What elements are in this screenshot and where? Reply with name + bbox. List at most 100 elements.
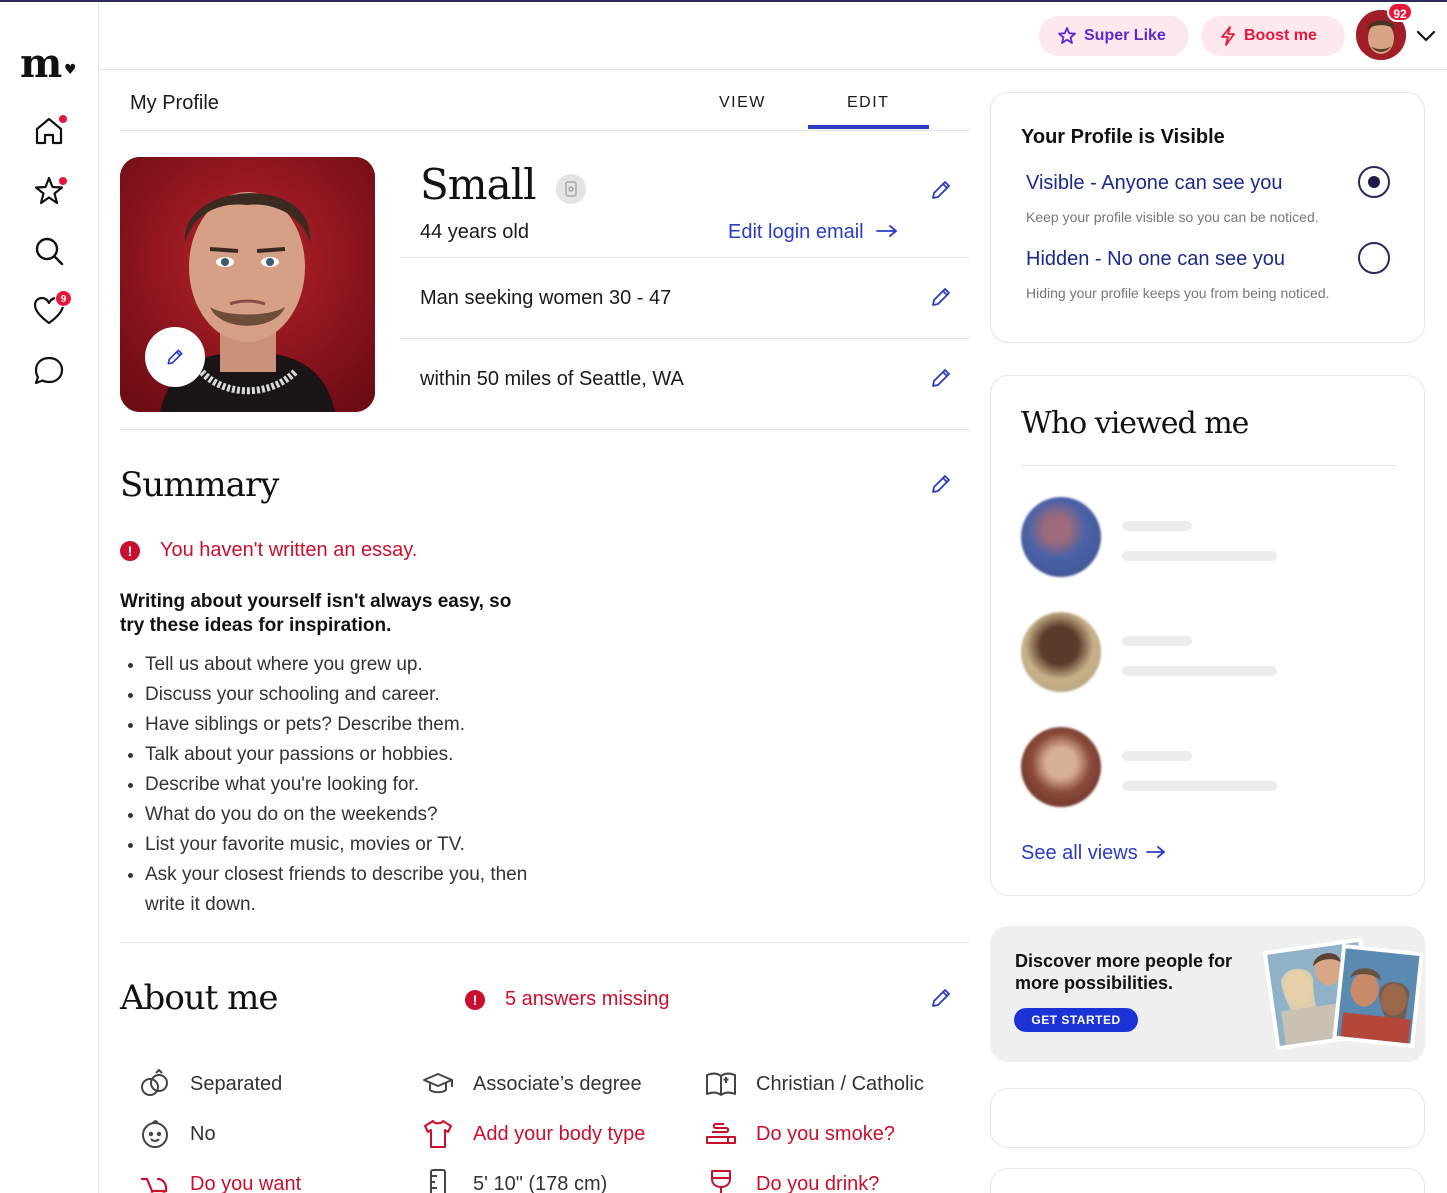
edit-login-email-link[interactable]: Edit login email xyxy=(728,221,899,244)
about-religion[interactable]: Christian / Catholic xyxy=(704,1067,924,1101)
edit-photo-button[interactable] xyxy=(145,327,205,387)
edit-seeking-button[interactable] xyxy=(929,285,953,309)
notification-count-badge: 92 xyxy=(1387,2,1413,22)
edit-summary-button[interactable] xyxy=(929,472,953,496)
about-heading: About me xyxy=(120,978,279,1018)
nav-search-button[interactable] xyxy=(32,234,66,268)
account-menu-chevron[interactable] xyxy=(1415,26,1437,46)
nav-likes-button[interactable]: 9 xyxy=(32,290,72,328)
ruler-icon xyxy=(430,1169,446,1193)
active-tab-indicator xyxy=(808,125,929,129)
arrow-right-icon xyxy=(876,225,898,237)
seeking-text: Man seeking women 30 - 47 xyxy=(420,287,672,309)
answers-missing-text: 5 answers missing xyxy=(505,988,670,1010)
viewer-avatar[interactable] xyxy=(1021,612,1101,692)
home-notification-dot xyxy=(58,114,68,124)
nav-home-button[interactable] xyxy=(32,114,68,148)
hidden-option-label[interactable]: Hidden - No one can see you xyxy=(1026,248,1285,271)
alert-icon: ! xyxy=(120,540,140,561)
inspiration-tips: Tell us about where you grew up. Discuss… xyxy=(120,650,550,920)
about-item-text: Do you smoke? xyxy=(756,1122,895,1145)
verification-icon[interactable] xyxy=(556,174,586,204)
viewer-avatar[interactable] xyxy=(1021,727,1101,807)
profile-photo[interactable] xyxy=(120,157,375,412)
visibility-card: Your Profile is Visible Visible - Anyone… xyxy=(990,92,1425,343)
baby-face-icon xyxy=(142,1120,168,1148)
about-body-type[interactable]: Add your body type xyxy=(421,1117,645,1151)
tab-view[interactable]: VIEW xyxy=(719,94,766,112)
wine-glass-icon xyxy=(711,1170,731,1193)
empty-card xyxy=(990,1168,1425,1193)
phone-verify-icon xyxy=(565,181,577,197)
viewer-avatar[interactable] xyxy=(1021,497,1101,577)
nav-favorites-button[interactable] xyxy=(32,174,68,208)
edit-name-button[interactable] xyxy=(929,178,953,202)
nav-messages-button[interactable] xyxy=(32,354,66,388)
visible-option-description: Keep your profile visible so you can be … xyxy=(1026,209,1319,225)
boost-me-button[interactable]: Boost me xyxy=(1201,16,1345,56)
inspiration-title: Writing about yourself isn't always easy… xyxy=(120,591,512,636)
viewer-name-placeholder xyxy=(1122,521,1192,531)
visible-radio[interactable] xyxy=(1358,166,1390,198)
pencil-icon xyxy=(932,475,950,493)
promo-text: Discover more people for more possibilit… xyxy=(1015,951,1233,993)
get-started-button[interactable]: GET STARTED xyxy=(1014,1008,1138,1032)
graduation-cap-icon xyxy=(423,1073,453,1094)
divider xyxy=(120,429,970,430)
pencil-icon xyxy=(932,288,950,306)
super-like-label: Super Like xyxy=(1084,27,1166,44)
empty-card xyxy=(990,1088,1425,1148)
hidden-radio[interactable] xyxy=(1358,242,1390,274)
edit-location-button[interactable] xyxy=(929,366,953,390)
who-viewed-card: Who viewed me See all views xyxy=(990,375,1425,896)
about-drinking[interactable]: Do you drink? xyxy=(704,1167,879,1193)
about-kids[interactable]: No xyxy=(138,1117,216,1151)
promo-photo xyxy=(1262,937,1424,1051)
book-icon xyxy=(706,1072,736,1096)
boost-me-label: Boost me xyxy=(1244,27,1317,44)
divider xyxy=(120,942,970,943)
rings-icon xyxy=(141,1068,168,1096)
about-smoking[interactable]: Do you smoke? xyxy=(704,1117,895,1151)
summary-heading: Summary xyxy=(120,465,279,505)
cigarette-icon xyxy=(706,1123,736,1144)
list-item: Discuss your schooling and career. xyxy=(120,680,550,710)
viewer-name-placeholder xyxy=(1122,636,1192,646)
see-all-views-link[interactable]: See all views xyxy=(1021,842,1167,865)
about-want-kids[interactable]: Do you want xyxy=(138,1167,301,1193)
edit-login-email-label: Edit login email xyxy=(728,221,864,243)
super-like-button[interactable]: Super Like xyxy=(1039,16,1189,56)
list-item: Ask your closest friends to describe you… xyxy=(120,860,550,920)
edit-about-button[interactable] xyxy=(929,986,953,1010)
hidden-option-description: Hiding your profile keeps you from being… xyxy=(1026,285,1330,301)
pencil-icon xyxy=(932,989,950,1007)
visible-option-label[interactable]: Visible - Anyone can see you xyxy=(1026,172,1282,195)
search-icon xyxy=(35,237,64,266)
essay-warning[interactable]: ! You haven't written an essay. xyxy=(120,539,417,562)
pencil-icon xyxy=(932,181,950,199)
about-item-text: Do you drink? xyxy=(756,1172,880,1193)
divider xyxy=(400,338,970,339)
viewer-info-placeholder xyxy=(1122,551,1277,561)
tab-edit[interactable]: EDIT xyxy=(847,94,889,112)
visibility-title: Your Profile is Visible xyxy=(1021,126,1225,148)
promo-banner: Discover more people for more possibilit… xyxy=(990,926,1425,1062)
profile-tabs: My Profile VIEW EDIT xyxy=(120,70,970,131)
list-item: What do you do on the weekends? xyxy=(120,800,550,830)
brand-logo[interactable]: m ♥ xyxy=(20,40,77,87)
pencil-icon xyxy=(167,349,183,365)
about-height[interactable]: 5' 10" (178 cm) xyxy=(421,1167,607,1193)
about-item-text: Do you want xyxy=(190,1172,302,1193)
location-text: within 50 miles of Seattle, WA xyxy=(420,368,684,390)
list-item: Talk about your passions or hobbies. xyxy=(120,740,550,770)
answers-missing-warning[interactable]: ! 5 answers missing xyxy=(465,988,670,1011)
about-marital-status[interactable]: Separated xyxy=(138,1067,282,1101)
arrow-right-icon xyxy=(1146,846,1166,858)
chevron-down-icon xyxy=(1416,30,1436,42)
lightning-icon xyxy=(1221,26,1235,46)
pencil-icon xyxy=(932,369,950,387)
about-education[interactable]: Associate’s degree xyxy=(421,1067,642,1101)
list-item: Have siblings or pets? Describe them. xyxy=(120,710,550,740)
essay-warning-text: You haven't written an essay. xyxy=(160,539,418,561)
star-outline-icon xyxy=(1058,27,1076,44)
